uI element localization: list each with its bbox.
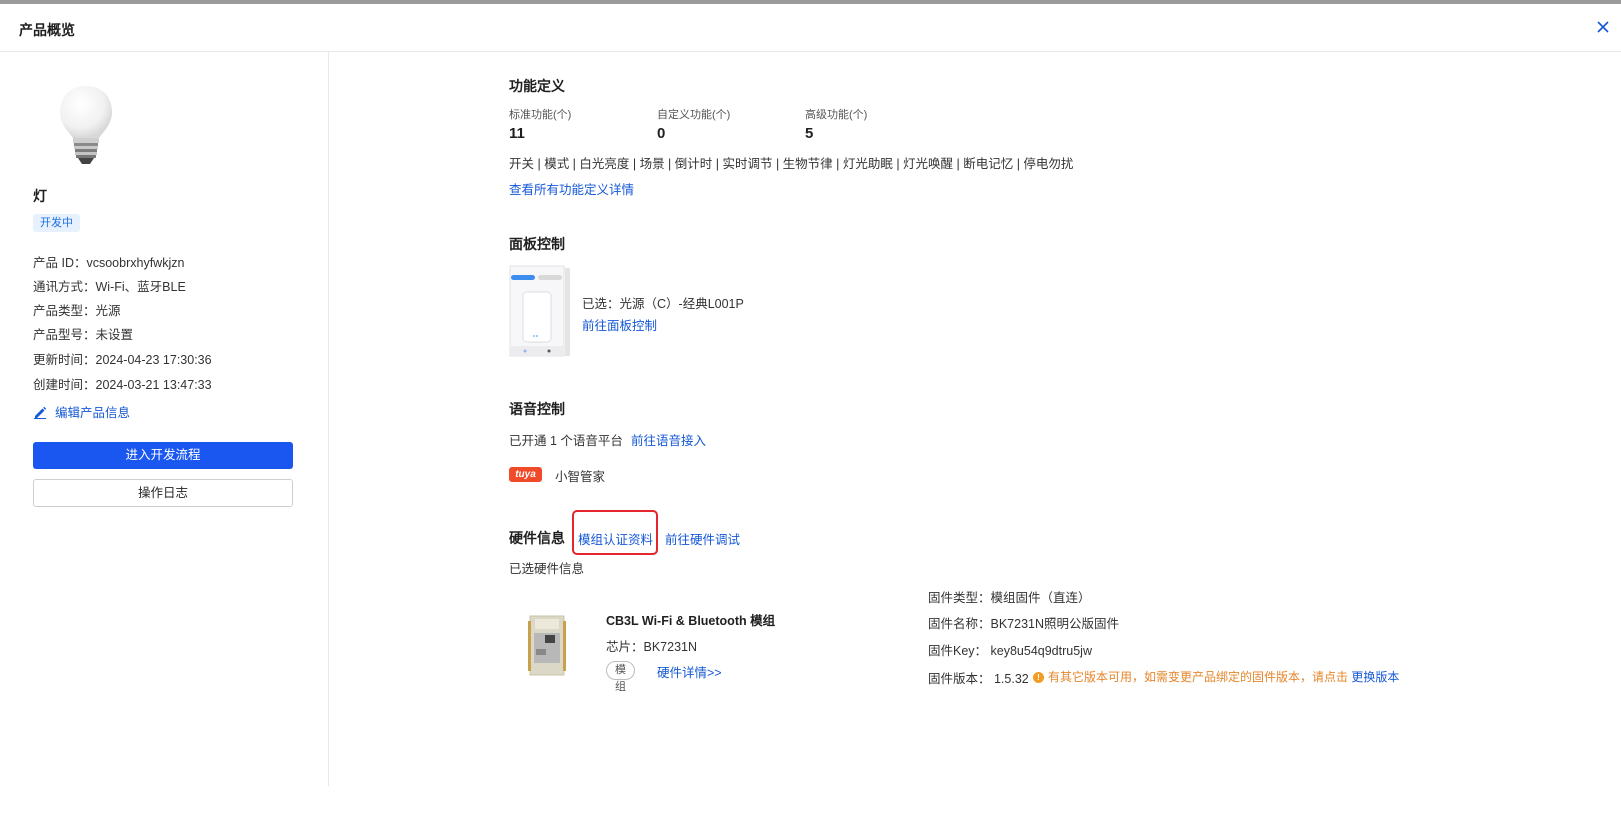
advanced-func-label: 高级功能(个) bbox=[805, 109, 868, 121]
custom-func-value: 0 bbox=[657, 125, 666, 142]
product-sidebar: 灯 开发中 产品 ID：vcsoobrxhyfwkjzn 通讯方式：Wi-Fi、… bbox=[0, 52, 329, 786]
advanced-func-value: 5 bbox=[805, 125, 814, 142]
product-model: 产品型号：未设置 bbox=[33, 328, 134, 342]
hardware-title: 硬件信息 bbox=[509, 530, 565, 546]
voice-control-title: 语音控制 bbox=[509, 401, 565, 417]
firmware-name: 固件名称：BK7231N照明公版固件 bbox=[928, 617, 1120, 631]
change-version-link[interactable]: 更换版本 bbox=[1351, 670, 1399, 684]
go-hardware-debug-link[interactable]: 前往硬件调试 bbox=[665, 529, 740, 548]
product-type: 产品类型：光源 bbox=[33, 304, 121, 318]
module-name: CB3L Wi-Fi & Bluetooth 模组 bbox=[606, 614, 776, 628]
close-icon[interactable] bbox=[1594, 18, 1612, 36]
status-badge: 开发中 bbox=[33, 214, 80, 232]
edit-product-link[interactable]: 编辑产品信息 bbox=[33, 402, 130, 421]
function-details-link[interactable]: 查看所有功能定义详情 bbox=[509, 179, 634, 198]
module-image bbox=[528, 615, 566, 676]
firmware-version: 固件版本： 1.5.32 bbox=[928, 672, 1029, 686]
product-id: 产品 ID：vcsoobrxhyfwkjzn bbox=[33, 256, 185, 270]
firmware-warning-text: 有其它版本可用，如需变更产品绑定的固件版本，请点击 bbox=[1048, 670, 1352, 684]
firmware-key: 固件Key： key8u54q9dtru5jw bbox=[928, 644, 1092, 658]
communication-method: 通讯方式：Wi-Fi、蓝牙BLE bbox=[33, 280, 186, 294]
function-def-title: 功能定义 bbox=[509, 78, 565, 94]
enter-dev-flow-button[interactable]: 进入开发流程 bbox=[33, 442, 293, 469]
modal-header: 产品概览 bbox=[0, 4, 1621, 52]
panel-selected: 已选：光源（C）-经典L001P bbox=[582, 297, 744, 311]
page-title: 产品概览 bbox=[19, 22, 75, 38]
tuya-logo: tuya bbox=[509, 467, 542, 482]
product-name: 灯 bbox=[33, 188, 47, 204]
module-chip: 芯片：BK7231N bbox=[606, 640, 698, 654]
voice-platform-name: 小智管家 bbox=[555, 470, 606, 484]
module-cert-link[interactable]: 模组认证资料 bbox=[578, 529, 653, 548]
create-time: 创建时间：2024-03-21 13:47:33 bbox=[33, 378, 212, 392]
firmware-warning: ! 有其它版本可用，如需变更产品绑定的固件版本，请点击 更换版本 bbox=[1033, 669, 1403, 686]
standard-func-value: 11 bbox=[509, 125, 525, 142]
panel-control-title: 面板控制 bbox=[509, 236, 565, 252]
selected-hardware-label: 已选硬件信息 bbox=[509, 562, 585, 576]
hardware-details-link[interactable]: 硬件详情>> bbox=[657, 662, 722, 681]
bulb-icon bbox=[60, 86, 112, 164]
module-tag: 模组 bbox=[606, 661, 635, 693]
go-panel-control-link[interactable]: 前往面板控制 bbox=[582, 315, 657, 334]
warning-icon: ! bbox=[1033, 672, 1044, 683]
panel-preview-image bbox=[509, 265, 570, 357]
pencil-icon bbox=[34, 406, 47, 419]
standard-func-label: 标准功能(个) bbox=[509, 109, 572, 121]
go-voice-link[interactable]: 前往语音接入 bbox=[631, 430, 706, 449]
firmware-type: 固件类型：模组固件（直连） bbox=[928, 591, 1091, 605]
voice-status-text: 已开通 1 个语音平台 bbox=[509, 434, 623, 448]
custom-func-label: 自定义功能(个) bbox=[657, 109, 731, 121]
update-time: 更新时间：2024-04-23 17:30:36 bbox=[33, 353, 212, 367]
operation-log-button[interactable]: 操作日志 bbox=[33, 479, 293, 507]
edit-product-label: 编辑产品信息 bbox=[55, 406, 131, 420]
function-list: 开关 | 模式 | 白光亮度 | 场景 | 倒计时 | 实时调节 | 生物节律 … bbox=[509, 157, 1074, 171]
